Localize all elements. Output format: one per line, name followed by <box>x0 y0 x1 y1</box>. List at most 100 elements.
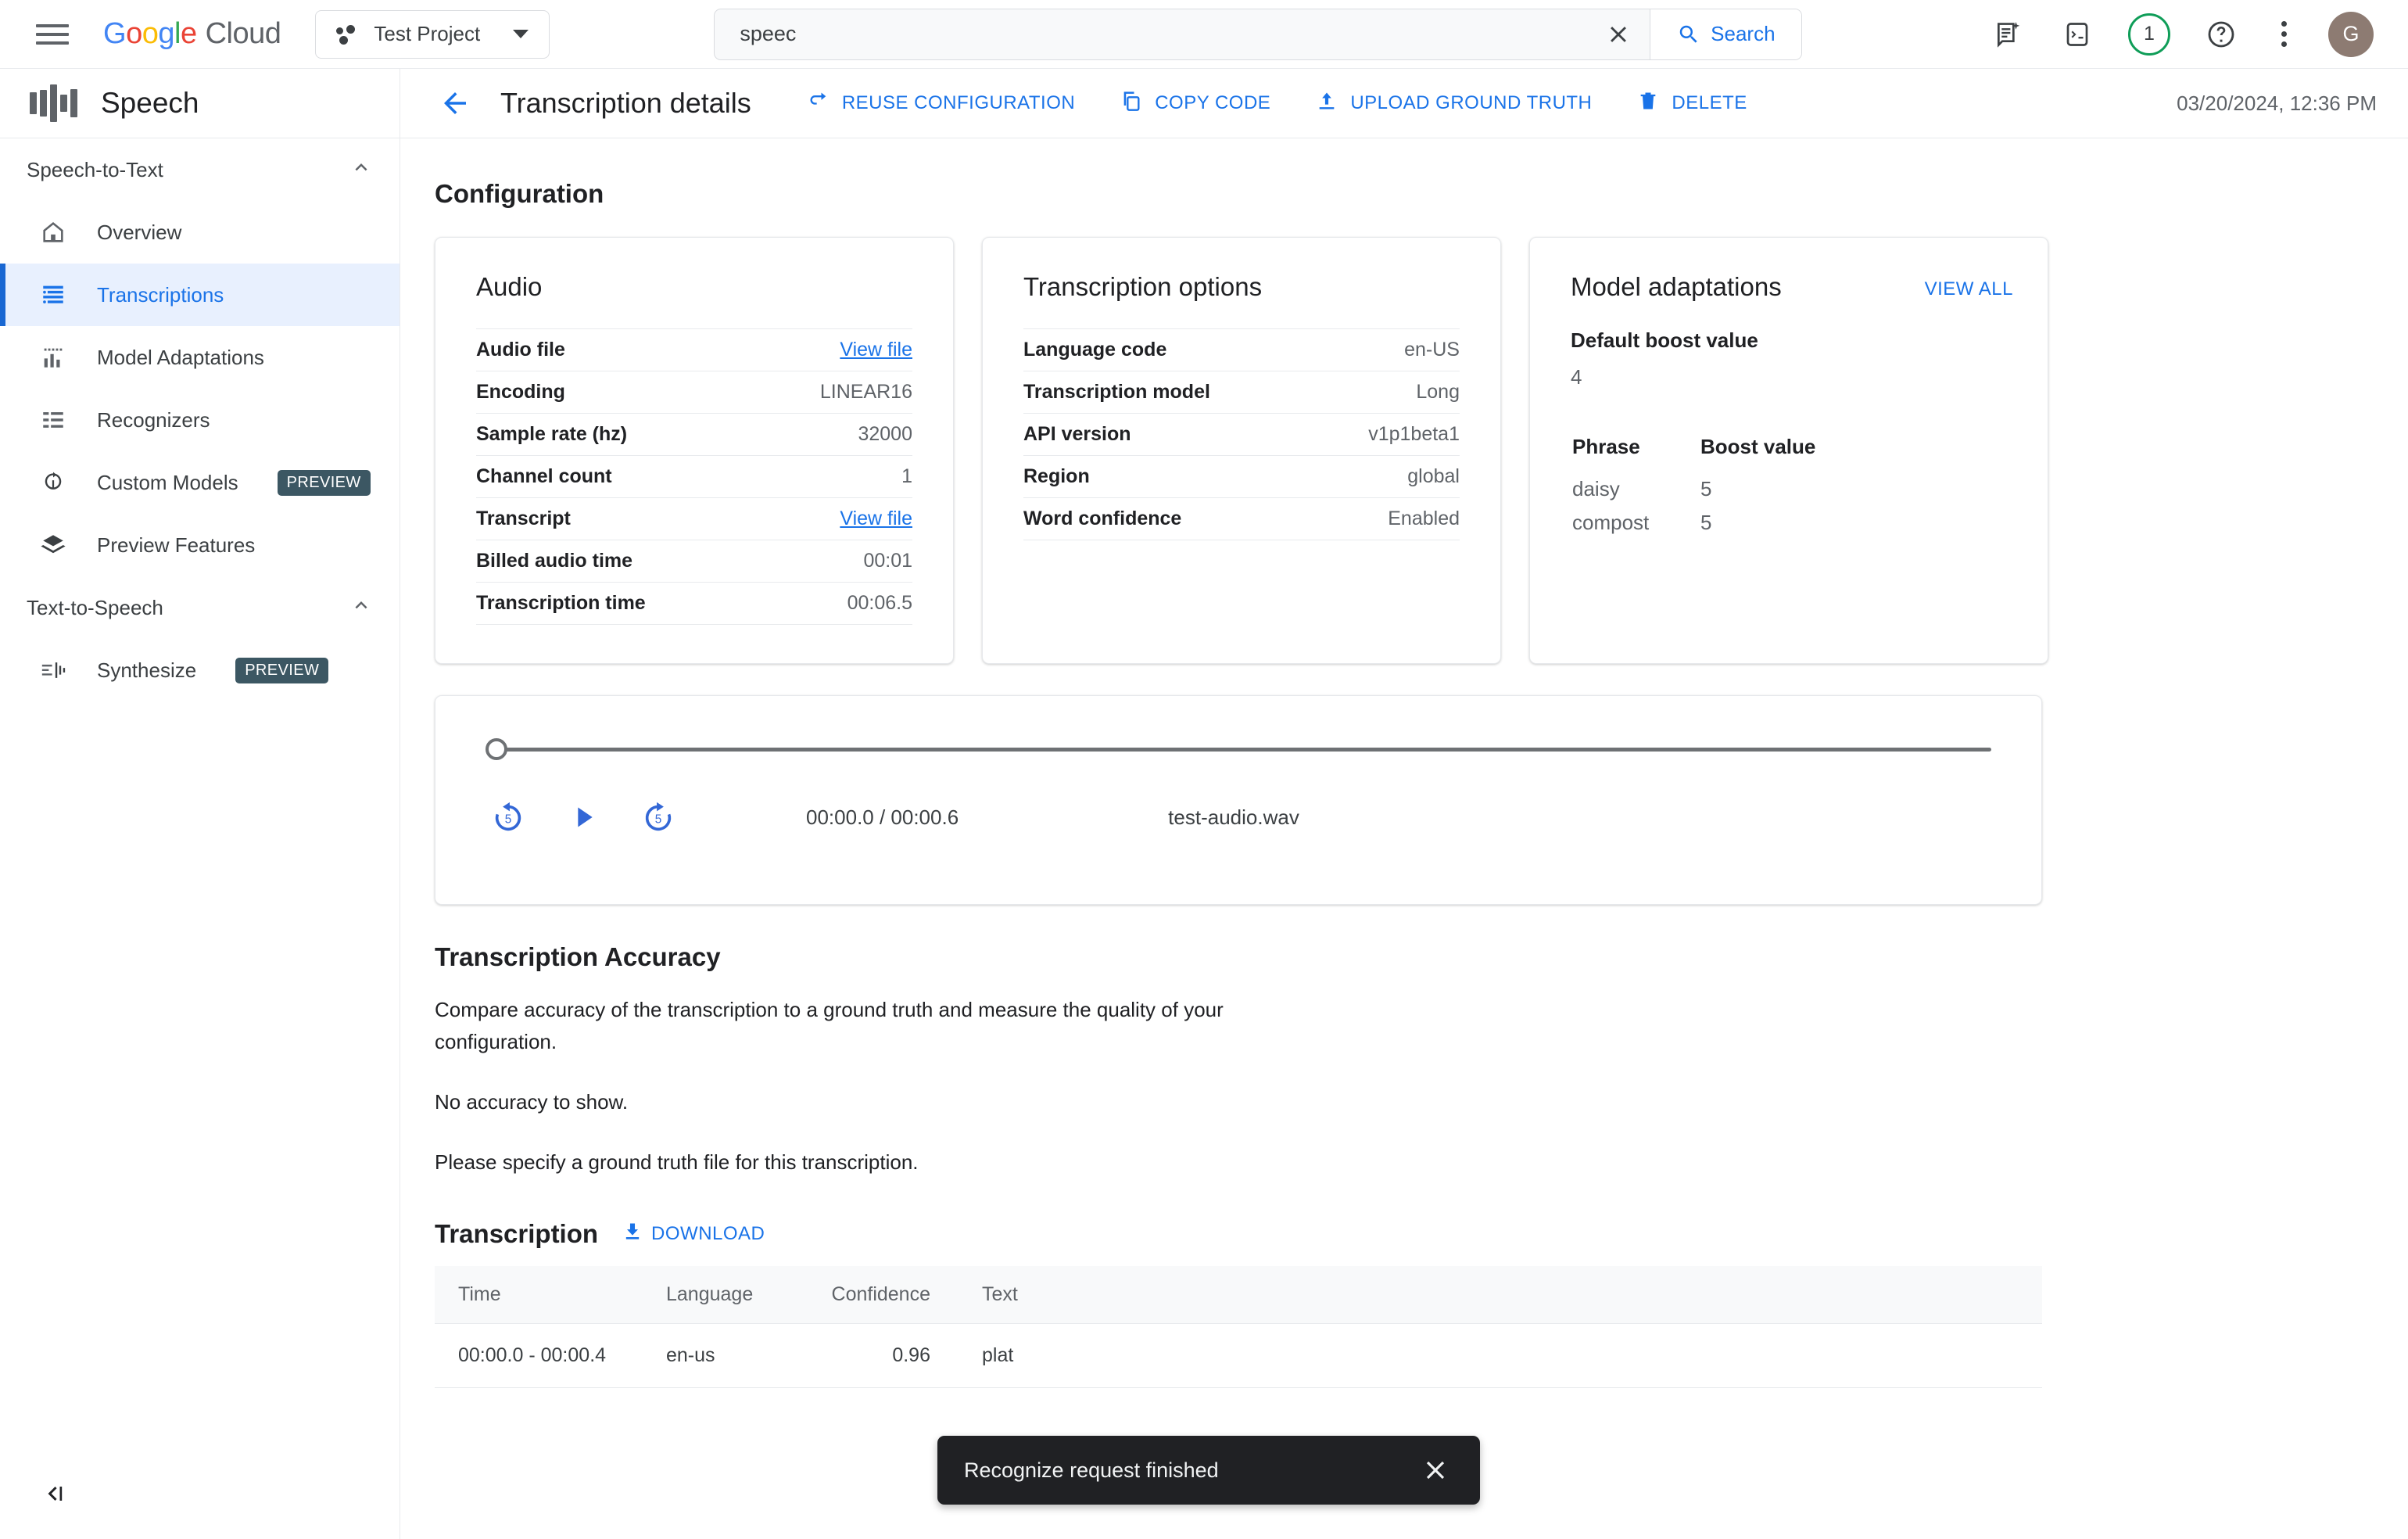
sidebar-item-preview-features[interactable]: Preview Features <box>0 514 400 576</box>
view-file-link[interactable]: View file <box>840 339 912 361</box>
row-value: 00:06.5 <box>847 592 912 614</box>
page-body: Configuration Audio Audio file View file… <box>400 138 2408 1538</box>
sidebar-item-synthesize[interactable]: Synthesize PREVIEW <box>0 639 400 701</box>
boost-cell: 5 <box>1700 511 1712 534</box>
configuration-heading: Configuration <box>435 179 604 208</box>
reuse-configuration-label: REUSE CONFIGURATION <box>841 92 1076 113</box>
replay-5-icon[interactable]: 5 <box>486 795 531 840</box>
chevron-up-icon <box>349 156 373 185</box>
cell-language: en-us <box>666 1323 782 1389</box>
snackbar-message: Recognize request finished <box>964 1458 1219 1482</box>
upload-ground-truth-label: UPLOAD GROUND TRUTH <box>1350 92 1593 113</box>
notification-count: 1 <box>2144 23 2155 45</box>
row-value: 00:01 <box>863 550 912 572</box>
delete-button[interactable]: DELETE <box>1637 90 1747 117</box>
search-button[interactable]: Search <box>1650 9 1802 59</box>
cell-confidence: 0.96 <box>782 1323 930 1389</box>
row-key: Transcription time <box>476 592 646 614</box>
page-title: Transcription details <box>500 87 751 119</box>
row-key: Word confidence <box>1023 508 1182 529</box>
upload-ground-truth-button[interactable]: UPLOAD GROUND TRUTH <box>1316 90 1592 117</box>
view-all-button[interactable]: VIEW ALL <box>1925 278 2013 300</box>
table-row: compost 5 <box>1572 507 2012 539</box>
gemini-chat-icon[interactable] <box>1991 16 2026 52</box>
progress-track <box>496 747 1991 752</box>
recognizers-icon <box>36 407 70 433</box>
google-cloud-logo[interactable]: Google Cloud <box>103 17 281 51</box>
row-key: Sample rate (hz) <box>476 423 628 445</box>
col-boost-value: Boost value <box>1700 435 1816 458</box>
sidebar-section-text-to-speech[interactable]: Text-to-Speech <box>0 576 400 639</box>
delete-label: DELETE <box>1672 92 1747 113</box>
progress-thumb[interactable] <box>486 738 507 760</box>
layers-icon <box>36 532 70 558</box>
sidebar-item-custom-models[interactable]: Custom Models PREVIEW <box>0 451 400 514</box>
column-language: Language <box>666 1266 782 1324</box>
close-icon[interactable] <box>1587 9 1650 59</box>
top-bar: Google Cloud Test Project Search 1 <box>0 0 2408 69</box>
download-button[interactable]: DOWNLOAD <box>622 1221 765 1248</box>
row-key: Language code <box>1023 339 1167 361</box>
transcription-options-table: Language code en-US Transcription model … <box>1023 328 1460 540</box>
search-button-label: Search <box>1711 22 1776 45</box>
sidebar-item-overview[interactable]: Overview <box>0 201 400 264</box>
play-icon[interactable] <box>561 795 606 840</box>
speech-waveform-icon <box>30 82 77 124</box>
snackbar-toast: Recognize request finished <box>937 1436 1480 1505</box>
custom-models-icon <box>36 469 70 496</box>
sidebar-item-label: Transcriptions <box>97 282 224 307</box>
table-row: Region global <box>1023 455 1460 498</box>
collapse-panel-icon[interactable] <box>38 1475 75 1512</box>
sidebar-section-label: Text-to-Speech <box>27 595 163 619</box>
row-key: Transcription model <box>1023 381 1210 403</box>
svg-text:5: 5 <box>655 813 662 827</box>
hamburger-menu-icon[interactable] <box>34 21 70 48</box>
more-options-icon[interactable] <box>2272 16 2295 52</box>
sidebar-item-recognizers[interactable]: Recognizers <box>0 389 400 451</box>
cell-time: 00:00.0 - 00:00.4 <box>435 1323 666 1389</box>
row-key: Transcript <box>476 508 571 529</box>
back-arrow-icon[interactable] <box>435 83 475 124</box>
synthesize-icon <box>36 657 70 683</box>
transcription-table: Time Language Confidence Text 00:00.0 - … <box>435 1266 2042 1389</box>
sidebar: Speech Speech-to-Text Overview Transcrip… <box>0 69 400 1539</box>
notifications-icon[interactable]: 1 <box>2128 13 2170 56</box>
table-row: Billed audio time 00:01 <box>476 540 912 583</box>
row-value: LINEAR16 <box>819 381 912 403</box>
help-icon[interactable] <box>2203 16 2239 52</box>
copy-code-button[interactable]: COPY CODE <box>1120 90 1270 117</box>
avatar-letter: G <box>2342 22 2360 45</box>
reuse-configuration-button[interactable]: REUSE CONFIGURATION <box>808 90 1075 117</box>
boost-cell: 5 <box>1700 477 1712 500</box>
home-icon <box>36 219 70 246</box>
sidebar-section-speech-to-text[interactable]: Speech-to-Text <box>0 138 400 201</box>
logo-cloud-text: Cloud <box>205 17 281 50</box>
avatar[interactable]: G <box>2328 11 2374 57</box>
audio-progress-slider[interactable] <box>486 738 1991 760</box>
transcription-heading: Transcription <box>435 1219 599 1249</box>
table-header-row: Time Language Confidence Text <box>435 1266 2042 1324</box>
sidebar-item-label: Preview Features <box>97 533 256 557</box>
view-file-link[interactable]: View file <box>840 508 912 529</box>
column-text: Text <box>930 1266 2042 1324</box>
row-value: 32000 <box>858 423 912 445</box>
sidebar-item-label: Recognizers <box>97 407 210 432</box>
copy-code-label: COPY CODE <box>1155 92 1271 113</box>
chevron-down-icon <box>513 30 529 38</box>
project-selector[interactable]: Test Project <box>315 9 550 59</box>
transcription-section-header: Transcription DOWNLOAD <box>435 1219 2408 1249</box>
table-header-row: Phrase Boost value <box>1572 435 2012 472</box>
topbar-actions: 1 G <box>1991 11 2374 57</box>
cloud-shell-icon[interactable] <box>2059 16 2095 52</box>
sidebar-item-transcriptions[interactable]: Transcriptions <box>0 264 400 326</box>
close-icon[interactable] <box>1421 1455 1450 1485</box>
search-input[interactable] <box>715 9 1588 59</box>
copy-icon <box>1120 90 1142 117</box>
upload-icon <box>1316 90 1338 117</box>
row-key: Encoding <box>476 381 565 403</box>
column-confidence: Confidence <box>782 1266 930 1324</box>
table-row: Audio file View file <box>476 328 912 371</box>
sidebar-item-model-adaptations[interactable]: Model Adaptations <box>0 326 400 389</box>
row-value: Long <box>1416 381 1460 403</box>
forward-5-icon[interactable]: 5 <box>636 795 681 840</box>
